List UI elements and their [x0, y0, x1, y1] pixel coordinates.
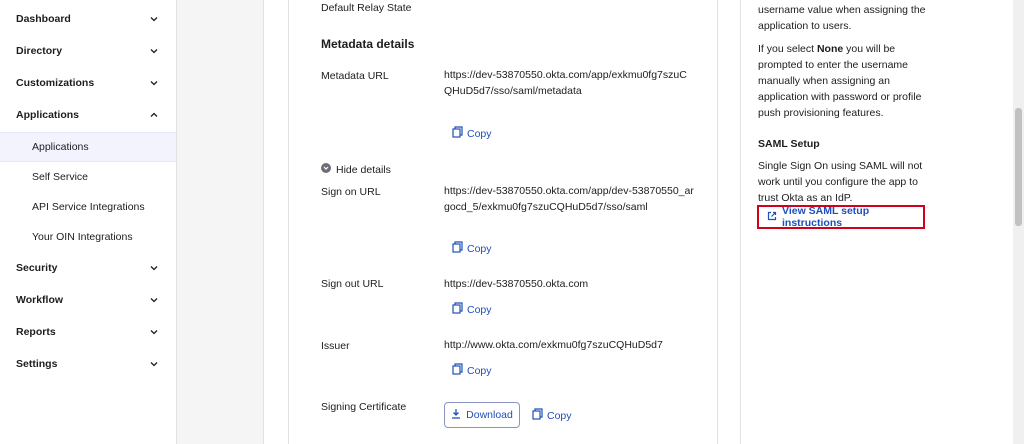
- copy-label: Copy: [467, 242, 492, 255]
- sidebar-subitem-oin-integrations[interactable]: Your OIN Integrations: [0, 222, 176, 252]
- help-text-username: username value when assigning the applic…: [758, 4, 926, 32]
- saml-setup-heading: SAML Setup: [758, 138, 820, 150]
- sign-out-url-value: https://dev-53870550.okta.com: [444, 278, 589, 290]
- sidebar-item-workflow[interactable]: Workflow: [0, 284, 176, 316]
- sidebar-item-label: Security: [16, 262, 58, 274]
- copy-issuer-button[interactable]: Copy: [452, 363, 492, 378]
- copy-icon: [452, 241, 463, 256]
- download-icon: [451, 408, 461, 422]
- download-certificate-button[interactable]: Download: [444, 402, 520, 428]
- copy-label: Copy: [467, 127, 492, 140]
- copy-label: Copy: [467, 364, 492, 377]
- scrollbar-thumb[interactable]: [1015, 108, 1022, 226]
- sidebar-item-security[interactable]: Security: [0, 252, 176, 284]
- copy-icon: [452, 363, 463, 378]
- sidebar-item-settings[interactable]: Settings: [0, 348, 176, 380]
- copy-icon: [452, 302, 463, 317]
- sidebar-item-label: Customizations: [16, 77, 95, 89]
- default-relay-state-label: Default Relay State: [321, 2, 412, 14]
- sidebar-item-dashboard[interactable]: Dashboard: [0, 3, 176, 35]
- help-text-none: If you select None you will be prompted …: [758, 43, 922, 119]
- chevron-down-icon: [148, 13, 160, 25]
- signing-certificate-label: Signing Certificate: [321, 401, 407, 413]
- sidebar-item-applications[interactable]: Applications: [0, 99, 176, 131]
- help-panel: username value when assigning the applic…: [741, 0, 1013, 444]
- metadata-url-label: Metadata URL: [321, 70, 389, 82]
- chevron-up-icon: [148, 109, 160, 121]
- hide-details-toggle[interactable]: Hide details: [321, 163, 391, 176]
- sidebar-subitem-label: Self Service: [32, 171, 89, 183]
- sidebar-subitem-label: Your OIN Integrations: [32, 231, 133, 243]
- chevron-down-icon: [148, 77, 160, 89]
- external-link-icon: [767, 211, 777, 224]
- sidebar-item-label: Settings: [16, 358, 58, 370]
- copy-sign-on-url-button[interactable]: Copy: [452, 241, 492, 256]
- copy-icon: [452, 126, 463, 141]
- saml-setup-text: Single Sign On using SAML will not work …: [758, 160, 923, 204]
- metadata-details-heading: Metadata details: [321, 37, 415, 51]
- sidebar-item-label: Reports: [16, 326, 56, 338]
- sidebar-item-label: Applications: [16, 109, 80, 121]
- sidebar: Dashboard Directory Customizations Appli…: [0, 0, 177, 444]
- sidebar-item-directory[interactable]: Directory: [0, 35, 176, 67]
- download-label: Download: [466, 409, 513, 421]
- sign-on-url-value: https://dev-53870550.okta.com/app/dev-53…: [444, 185, 694, 213]
- copy-label: Copy: [547, 409, 572, 422]
- chevron-down-icon: [148, 262, 160, 274]
- sign-out-url-label: Sign out URL: [321, 278, 384, 290]
- sidebar-item-customizations[interactable]: Customizations: [0, 67, 176, 99]
- scrollbar[interactable]: [1013, 0, 1024, 444]
- chevron-down-icon: [148, 326, 160, 338]
- chevron-down-icon: [148, 294, 160, 306]
- issuer-value: http://www.okta.com/exkmu0fg7szuCQHuD5d7: [444, 339, 663, 351]
- copy-icon: [532, 408, 543, 423]
- sidebar-item-label: Dashboard: [16, 13, 71, 25]
- hide-details-label: Hide details: [336, 163, 391, 176]
- chevron-circle-icon: [321, 163, 331, 176]
- sidebar-item-reports[interactable]: Reports: [0, 316, 176, 348]
- sidebar-subitem-applications[interactable]: Applications: [0, 132, 176, 162]
- saml-settings-panel: Default Relay State Metadata details Met…: [288, 0, 718, 444]
- sidebar-subitem-label: Applications: [32, 141, 89, 153]
- view-saml-setup-instructions-link[interactable]: View SAML setup instructions: [757, 205, 925, 229]
- main-content: Default Relay State Metadata details Met…: [263, 0, 741, 444]
- copy-sign-out-url-button[interactable]: Copy: [452, 302, 492, 317]
- chevron-down-icon: [148, 45, 160, 57]
- chevron-down-icon: [148, 358, 160, 370]
- sidebar-item-label: Directory: [16, 45, 63, 57]
- copy-certificate-button[interactable]: Copy: [532, 408, 572, 423]
- sidebar-subitem-api-service-integrations[interactable]: API Service Integrations: [0, 192, 176, 222]
- sidebar-item-label: Workflow: [16, 294, 64, 306]
- metadata-url-value: https://dev-53870550.okta.com/app/exkmu0…: [444, 69, 687, 97]
- copy-label: Copy: [467, 303, 492, 316]
- copy-metadata-url-button[interactable]: Copy: [452, 126, 492, 141]
- issuer-label: Issuer: [321, 340, 350, 352]
- sidebar-subitem-label: API Service Integrations: [32, 201, 145, 213]
- sign-on-url-label: Sign on URL: [321, 186, 381, 198]
- sidebar-subitem-self-service[interactable]: Self Service: [0, 162, 176, 192]
- saml-link-label: View SAML setup instructions: [782, 205, 870, 229]
